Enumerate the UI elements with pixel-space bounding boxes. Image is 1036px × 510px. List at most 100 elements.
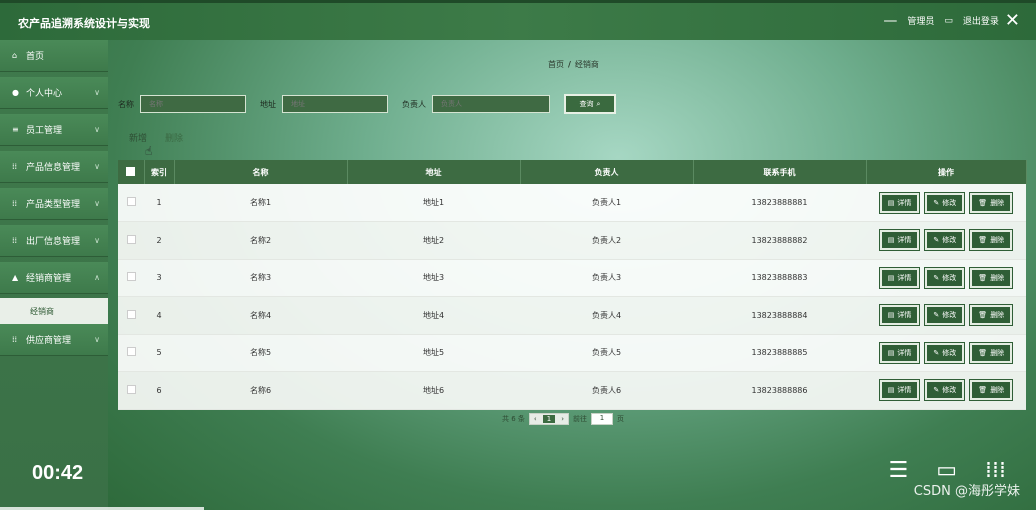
detail-button[interactable]: ▤ 详情 <box>879 305 920 326</box>
breadcrumb-separator: / <box>568 60 571 69</box>
add-button[interactable]: 新增 <box>129 131 147 144</box>
pager-goto-input[interactable]: 1 <box>591 413 613 425</box>
cell-person: 负责人3 <box>520 259 693 297</box>
cell-phone: 13823888886 <box>693 371 866 410</box>
playlist-icon[interactable]: ☰ <box>888 458 908 483</box>
cell-address: 地址2 <box>347 221 520 260</box>
edit-button[interactable]: ✎ 修改 <box>925 342 965 363</box>
delete-button[interactable]: 🗑 删除 <box>970 380 1013 401</box>
search-bar: 名称 地址 负责人 查询 ⌕ <box>118 94 616 114</box>
hand-cursor-icon: ☝ <box>145 144 153 158</box>
delete-label: 删除 <box>990 273 1005 282</box>
edit-button[interactable]: ✎ 修改 <box>925 230 965 251</box>
trash-icon: 🗑 <box>978 348 988 357</box>
minimize-icon[interactable]: — <box>883 14 897 28</box>
sidebar-subitem-dealer[interactable]: 经销商 <box>0 298 108 324</box>
cell-name: 名称3 <box>174 259 347 297</box>
pager-current-page[interactable]: 1 <box>542 415 556 423</box>
delete-button[interactable]: 🗑 删除 <box>970 192 1013 213</box>
cell-phone: 13823888882 <box>693 221 866 260</box>
header-operations: 操作 <box>866 160 1027 184</box>
detail-icon: ▤ <box>887 311 895 320</box>
cell-operations: ▤ 详情 ✎ 修改 🗑 删除 <box>866 371 1026 410</box>
cell-operations: ▤ 详情 ✎ 修改 🗑 删除 <box>866 334 1026 372</box>
sidebar-item-supplier[interactable]: ⁞⁞ 供应商管理 ∨ <box>0 324 108 356</box>
row-select-cell <box>118 371 144 410</box>
sidebar-item-profile[interactable]: ● 个人中心 ∨ <box>0 77 108 109</box>
logout-button[interactable]: 退出登录 <box>963 14 999 27</box>
person-label: 负责人 <box>402 99 426 109</box>
detail-button[interactable]: ▤ 详情 <box>879 342 920 363</box>
cell-operations: ▤ 详情 ✎ 修改 🗑 删除 <box>866 221 1026 260</box>
select-all-checkbox[interactable] <box>126 166 136 176</box>
detail-label: 详情 <box>897 311 912 320</box>
delete-label: 删除 <box>990 236 1005 245</box>
grid-icon: ⁞⁞ <box>12 199 18 208</box>
detail-button[interactable]: ▤ 详情 <box>879 192 920 213</box>
edit-button[interactable]: ✎ 修改 <box>925 267 965 288</box>
detail-button[interactable]: ▤ 详情 <box>879 380 920 401</box>
batch-delete-button[interactable]: 删除 <box>165 131 183 144</box>
name-input[interactable] <box>140 95 246 113</box>
trash-icon: 🗑 <box>978 273 988 282</box>
user-box-icon[interactable]: ▭ <box>944 16 953 26</box>
edit-button[interactable]: ✎ 修改 <box>925 192 965 213</box>
sidebar-item-label: 员工管理 <box>26 126 63 136</box>
detail-button[interactable]: ▤ 详情 <box>879 230 920 251</box>
cell-person: 负责人4 <box>520 296 693 335</box>
delete-button[interactable]: 🗑 删除 <box>970 342 1013 363</box>
chevron-down-icon: ∨ <box>94 88 100 97</box>
next-page-icon[interactable]: › <box>561 415 564 423</box>
cell-phone: 13823888883 <box>693 259 866 297</box>
delete-button[interactable]: 🗑 删除 <box>970 267 1013 288</box>
table-row: 4 名称4 地址4 负责人4 13823888884 ▤ 详情 ✎ 修改 🗑 删除 <box>118 296 1026 335</box>
breadcrumb: 首页 / 经销商 <box>548 59 599 70</box>
row-checkbox[interactable] <box>126 347 136 357</box>
sidebar-item-staff[interactable]: ≡ 员工管理 ∨ <box>0 114 108 146</box>
row-checkbox[interactable] <box>126 384 136 394</box>
sidebar: ⌂ 首页 ● 个人中心 ∨ ≡ 员工管理 ∨ ⁞⁞ 产品信息管理 ∨ ⁞⁞ 产品… <box>0 40 108 510</box>
trash-icon: 🗑 <box>978 198 988 207</box>
person-input[interactable] <box>432 95 550 113</box>
edit-label: 修改 <box>942 348 957 357</box>
row-select-cell <box>118 334 144 372</box>
sidebar-item-dealer[interactable]: ▲ 经销商管理 ∧ <box>0 262 108 294</box>
row-select-cell <box>118 296 144 335</box>
sidebar-item-label: 个人中心 <box>26 89 63 99</box>
address-input[interactable] <box>282 95 388 113</box>
search-button[interactable]: 查询 ⌕ <box>564 94 616 114</box>
detail-icon: ▤ <box>887 198 895 207</box>
delete-button[interactable]: 🗑 删除 <box>970 305 1013 326</box>
detail-label: 详情 <box>897 236 912 245</box>
cell-address: 地址6 <box>347 371 520 410</box>
cell-name: 名称6 <box>174 371 347 410</box>
edit-label: 修改 <box>942 386 957 395</box>
delete-label: 删除 <box>990 386 1005 395</box>
home-icon: ⌂ <box>12 51 18 60</box>
sidebar-item-home[interactable]: ⌂ 首页 <box>0 40 108 72</box>
select-all-cell <box>118 160 145 184</box>
prev-page-icon[interactable]: ‹ <box>534 415 537 423</box>
sidebar-item-product-info[interactable]: ⁞⁞ 产品信息管理 ∨ <box>0 151 108 183</box>
delete-button[interactable]: 🗑 删除 <box>970 230 1013 251</box>
detail-button[interactable]: ▤ 详情 <box>879 267 920 288</box>
sidebar-item-product-type[interactable]: ⁞⁞ 产品类型管理 ∨ <box>0 188 108 220</box>
cell-address: 地址3 <box>347 259 520 297</box>
sidebar-item-shipping[interactable]: ⁞⁞ 出厂信息管理 ∨ <box>0 225 108 257</box>
cell-index: 6 <box>144 371 174 410</box>
close-icon[interactable]: ✕ <box>1005 11 1020 29</box>
row-checkbox[interactable] <box>126 234 136 244</box>
table-row: 6 名称6 地址6 负责人6 13823888886 ▤ 详情 ✎ 修改 🗑 删除 <box>118 371 1026 410</box>
row-checkbox[interactable] <box>126 197 136 206</box>
watermark: CSDN @海彤学妹 <box>913 484 1020 499</box>
row-checkbox[interactable] <box>126 309 136 319</box>
cell-address: 地址1 <box>347 184 520 222</box>
row-checkbox[interactable] <box>126 272 136 282</box>
user-label: 管理员 <box>907 17 935 27</box>
cell-address: 地址5 <box>347 334 520 372</box>
edit-button[interactable]: ✎ 修改 <box>925 380 965 401</box>
edit-button[interactable]: ✎ 修改 <box>925 305 965 326</box>
detail-icon: ▤ <box>887 348 895 357</box>
edit-icon: ✎ <box>933 198 940 207</box>
breadcrumb-home[interactable]: 首页 <box>548 60 564 69</box>
